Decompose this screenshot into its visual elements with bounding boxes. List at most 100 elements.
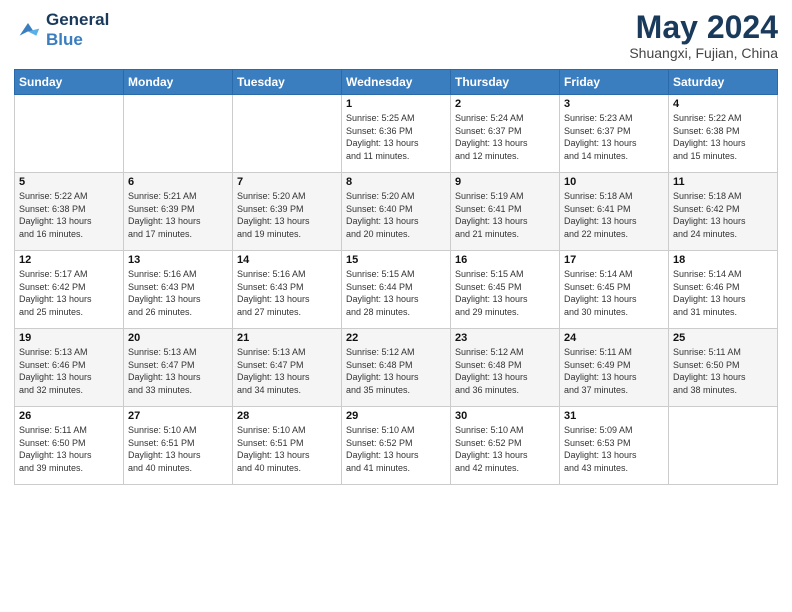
day-number: 14 (237, 254, 337, 266)
col-tuesday: Tuesday (233, 70, 342, 95)
col-friday: Friday (560, 70, 669, 95)
calendar-subtitle: Shuangxi, Fujian, China (629, 45, 778, 61)
day-info: Sunrise: 5:11 AM Sunset: 6:50 PM Dayligh… (19, 424, 119, 474)
calendar-cell: 20Sunrise: 5:13 AM Sunset: 6:47 PM Dayli… (124, 329, 233, 407)
calendar-cell (15, 95, 124, 173)
day-number: 29 (346, 410, 446, 422)
day-number: 9 (455, 176, 555, 188)
calendar-cell: 24 Sunrise: 5:11 AM Sunset: 6:49 PM Dayli… (560, 329, 669, 407)
day-number: 7 (237, 176, 337, 188)
day-info: Sunrise: 5:10 AM Sunset: 6:52 PM Dayligh… (346, 424, 446, 474)
calendar-cell: 29 Sunrise: 5:10 AM Sunset: 6:52 PM Dayli… (342, 407, 451, 485)
calendar-cell (124, 95, 233, 173)
calendar-cell: 9 Sunrise: 5:19 AM Sunset: 6:41 PM Daylig… (451, 173, 560, 251)
calendar-cell: 5Sunrise: 5:22 AM Sunset: 6:38 PM Daylig… (15, 173, 124, 251)
day-info: Sunrise: 5:10 AM Sunset: 6:51 PM Dayligh… (128, 424, 228, 474)
day-info: Sunrise: 5:17 AM Sunset: 6:42 PM Dayligh… (19, 268, 119, 318)
day-number: 10 (564, 176, 664, 188)
day-number: 23 (455, 332, 555, 344)
day-info: Sunrise: 5:11 AM Sunset: 6:49 PM Dayligh… (564, 346, 664, 396)
day-number: 30 (455, 410, 555, 422)
calendar-table: Sunday Monday Tuesday Wednesday Thursday… (14, 69, 778, 485)
day-number: 17 (564, 254, 664, 266)
calendar-cell: 12 Sunrise: 5:17 AM Sunset: 6:42 PM Dayli… (15, 251, 124, 329)
calendar-cell: 6Sunrise: 5:21 AM Sunset: 6:39 PM Daylig… (124, 173, 233, 251)
day-info: Sunrise: 5:15 AM Sunset: 6:44 PM Dayligh… (346, 268, 446, 318)
day-number: 2 (455, 98, 555, 110)
calendar-cell: 18 Sunrise: 5:14 AM Sunset: 6:46 PM Dayli… (669, 251, 778, 329)
calendar-cell: 23 Sunrise: 5:12 AM Sunset: 6:48 PM Dayli… (451, 329, 560, 407)
col-sunday: Sunday (15, 70, 124, 95)
day-number: 4 (673, 98, 773, 110)
day-number: 25 (673, 332, 773, 344)
calendar-week-3: 12 Sunrise: 5:17 AM Sunset: 6:42 PM Dayli… (15, 251, 778, 329)
day-number: 24 (564, 332, 664, 344)
page: General Blue May 2024 Shuangxi, Fujian, … (0, 0, 792, 612)
day-number: 3 (564, 98, 664, 110)
day-info: Sunrise: 5:16 AM Sunset: 6:43 PM Dayligh… (237, 268, 337, 318)
col-thursday: Thursday (451, 70, 560, 95)
day-info: Sunrise: 5:10 AM Sunset: 6:51 PM Dayligh… (237, 424, 337, 474)
day-number: 16 (455, 254, 555, 266)
day-info: Sunrise: 5:14 AM Sunset: 6:45 PM Dayligh… (564, 268, 664, 318)
day-info: Sunrise: 5:13 AM Sunset: 6:46 PM Dayligh… (19, 346, 119, 396)
day-info: Sunrise: 5:10 AM Sunset: 6:52 PM Dayligh… (455, 424, 555, 474)
calendar-cell (669, 407, 778, 485)
day-number: 13 (128, 254, 228, 266)
day-info: Sunrise: 5:25 AM Sunset: 6:36 PM Dayligh… (346, 112, 446, 162)
col-saturday: Saturday (669, 70, 778, 95)
day-info: Sunrise: 5:20 AM Sunset: 6:40 PM Dayligh… (346, 190, 446, 240)
day-info: Sunrise: 5:15 AM Sunset: 6:45 PM Dayligh… (455, 268, 555, 318)
day-number: 27 (128, 410, 228, 422)
header-row: Sunday Monday Tuesday Wednesday Thursday… (15, 70, 778, 95)
calendar-cell: 15Sunrise: 5:15 AM Sunset: 6:44 PM Dayli… (342, 251, 451, 329)
day-number: 8 (346, 176, 446, 188)
calendar-cell: 25 Sunrise: 5:11 AM Sunset: 6:50 PM Dayli… (669, 329, 778, 407)
day-number: 12 (19, 254, 119, 266)
day-number: 28 (237, 410, 337, 422)
calendar-cell: 2Sunrise: 5:24 AM Sunset: 6:37 PM Daylig… (451, 95, 560, 173)
calendar-cell: 19Sunrise: 5:13 AM Sunset: 6:46 PM Dayli… (15, 329, 124, 407)
calendar-cell: 21Sunrise: 5:13 AM Sunset: 6:47 PM Dayli… (233, 329, 342, 407)
day-number: 20 (128, 332, 228, 344)
calendar-cell: 8 Sunrise: 5:20 AM Sunset: 6:40 PM Daylig… (342, 173, 451, 251)
logo: General Blue (14, 10, 109, 49)
calendar-week-2: 5Sunrise: 5:22 AM Sunset: 6:38 PM Daylig… (15, 173, 778, 251)
day-number: 31 (564, 410, 664, 422)
logo-bird-icon (14, 16, 42, 44)
day-info: Sunrise: 5:20 AM Sunset: 6:39 PM Dayligh… (237, 190, 337, 240)
day-info: Sunrise: 5:14 AM Sunset: 6:46 PM Dayligh… (673, 268, 773, 318)
title-block: May 2024 Shuangxi, Fujian, China (629, 10, 778, 61)
col-monday: Monday (124, 70, 233, 95)
col-wednesday: Wednesday (342, 70, 451, 95)
calendar-week-4: 19Sunrise: 5:13 AM Sunset: 6:46 PM Dayli… (15, 329, 778, 407)
calendar-cell: 11Sunrise: 5:18 AM Sunset: 6:42 PM Dayli… (669, 173, 778, 251)
calendar-week-1: 1 Sunrise: 5:25 AM Sunset: 6:36 PM Daylig… (15, 95, 778, 173)
day-info: Sunrise: 5:18 AM Sunset: 6:41 PM Dayligh… (564, 190, 664, 240)
calendar-cell: 1 Sunrise: 5:25 AM Sunset: 6:36 PM Daylig… (342, 95, 451, 173)
day-number: 1 (346, 98, 446, 110)
calendar-cell: 27 Sunrise: 5:10 AM Sunset: 6:51 PM Dayli… (124, 407, 233, 485)
day-info: Sunrise: 5:22 AM Sunset: 6:38 PM Dayligh… (673, 112, 773, 162)
calendar-cell: 28 Sunrise: 5:10 AM Sunset: 6:51 PM Dayli… (233, 407, 342, 485)
calendar-cell: 13 Sunrise: 5:16 AM Sunset: 6:43 PM Dayli… (124, 251, 233, 329)
calendar-cell: 7 Sunrise: 5:20 AM Sunset: 6:39 PM Daylig… (233, 173, 342, 251)
day-info: Sunrise: 5:11 AM Sunset: 6:50 PM Dayligh… (673, 346, 773, 396)
day-info: Sunrise: 5:21 AM Sunset: 6:39 PM Dayligh… (128, 190, 228, 240)
day-info: Sunrise: 5:16 AM Sunset: 6:43 PM Dayligh… (128, 268, 228, 318)
day-info: Sunrise: 5:19 AM Sunset: 6:41 PM Dayligh… (455, 190, 555, 240)
day-number: 11 (673, 176, 773, 188)
day-number: 5 (19, 176, 119, 188)
calendar-cell: 30 Sunrise: 5:10 AM Sunset: 6:52 PM Dayli… (451, 407, 560, 485)
day-info: Sunrise: 5:12 AM Sunset: 6:48 PM Dayligh… (455, 346, 555, 396)
day-info: Sunrise: 5:12 AM Sunset: 6:48 PM Dayligh… (346, 346, 446, 396)
calendar-week-5: 26Sunrise: 5:11 AM Sunset: 6:50 PM Dayli… (15, 407, 778, 485)
day-number: 18 (673, 254, 773, 266)
calendar-cell: 26Sunrise: 5:11 AM Sunset: 6:50 PM Dayli… (15, 407, 124, 485)
day-info: Sunrise: 5:09 AM Sunset: 6:53 PM Dayligh… (564, 424, 664, 474)
calendar-cell: 22Sunrise: 5:12 AM Sunset: 6:48 PM Dayli… (342, 329, 451, 407)
calendar-cell: 4 Sunrise: 5:22 AM Sunset: 6:38 PM Daylig… (669, 95, 778, 173)
header: General Blue May 2024 Shuangxi, Fujian, … (14, 10, 778, 61)
calendar-cell: 10 Sunrise: 5:18 AM Sunset: 6:41 PM Dayli… (560, 173, 669, 251)
day-info: Sunrise: 5:23 AM Sunset: 6:37 PM Dayligh… (564, 112, 664, 162)
